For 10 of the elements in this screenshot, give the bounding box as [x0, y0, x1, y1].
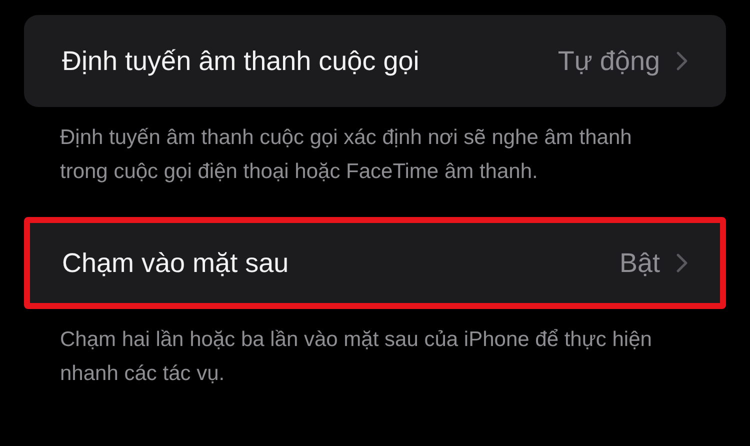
- chevron-icon: [676, 51, 688, 71]
- row-label: Định tuyến âm thanh cuộc gọi: [62, 46, 420, 76]
- row-value: Tự động: [558, 46, 660, 76]
- settings-row[interactable]: Định tuyến âm thanh cuộc gọi Tự động: [24, 15, 726, 107]
- section-footer: Định tuyến âm thanh cuộc gọi xác định nơi sẽ nghe âm thanh trong cuộc gọi điện thoại hoặc FaceTime âm thanh.: [28, 121, 692, 189]
- chevron-icon: [676, 253, 688, 273]
- row-value: Bật: [619, 248, 660, 278]
- section-footer: Chạm hai lần hoặc ba lần vào mặt sau của iPhone để thực hiện nhanh các tác vụ.: [28, 323, 692, 391]
- row-label: Chạm vào mặt sau: [62, 248, 290, 278]
- settings-row[interactable]: Chạm vào mặt sau Bật: [24, 217, 726, 309]
